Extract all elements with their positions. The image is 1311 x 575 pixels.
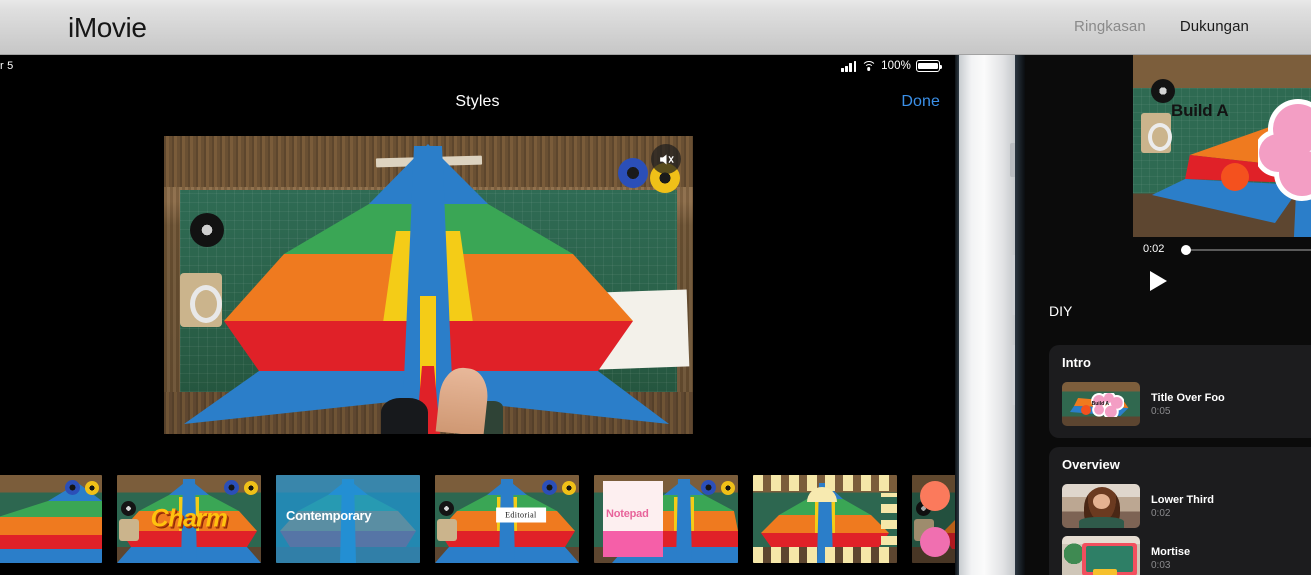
notepad-color-block bbox=[603, 531, 663, 557]
clip-duration: 0:05 bbox=[1151, 405, 1171, 417]
clip-name: Mortise bbox=[1151, 545, 1191, 558]
storyboard-clip-row[interactable]: Build A Title Over Foo 0:05 bbox=[1049, 378, 1311, 430]
device-volume-down-button[interactable] bbox=[1011, 345, 1015, 405]
storyboard-video-preview[interactable]: Build A bbox=[1133, 55, 1311, 237]
device-power-button[interactable] bbox=[1010, 143, 1015, 177]
speaker-mute-icon[interactable] bbox=[651, 144, 681, 174]
status-bar: r 5 100% bbox=[0, 55, 955, 81]
page-title: iMovie bbox=[68, 12, 147, 43]
apple-navigation-bar: iMovie Ringkasan Dukungan bbox=[0, 0, 1311, 55]
battery-full-icon bbox=[916, 60, 943, 72]
shoe-prop bbox=[380, 398, 429, 434]
storyboard-clip-row[interactable]: Lower Third 0:02 bbox=[1049, 480, 1311, 532]
scrubber-track[interactable] bbox=[1181, 249, 1311, 251]
cellular-bars-icon bbox=[841, 60, 857, 72]
video-preview[interactable] bbox=[164, 136, 693, 434]
clip-thumbnail: Build A bbox=[1062, 382, 1140, 426]
clip-duration: 0:02 bbox=[1151, 507, 1171, 519]
device-volume-up-button[interactable] bbox=[1011, 255, 1015, 315]
clip-thumbnail bbox=[1062, 484, 1140, 528]
style-card-contemporary[interactable]: Contemporary bbox=[276, 475, 420, 563]
style-name-notepad: Notepad bbox=[606, 508, 649, 521]
playful-bottom-frame bbox=[753, 547, 897, 563]
style-card-synth[interactable]: Synth bbox=[912, 475, 955, 563]
style-name-contemporary: Contemporary bbox=[286, 508, 372, 524]
playful-side-frame bbox=[881, 493, 897, 545]
kite-scene bbox=[164, 136, 693, 434]
title-card-text: Build A bbox=[1171, 101, 1229, 120]
style-card-playful[interactable] bbox=[753, 475, 897, 563]
storyboard-section-intro: Intro Build A Title Over Foo 0:05 bbox=[1049, 345, 1311, 438]
current-time-label: 0:02 bbox=[1143, 243, 1165, 255]
scrubber-handle[interactable] bbox=[1181, 245, 1191, 255]
clip-thumbnail bbox=[1062, 536, 1140, 575]
style-name-charm: Charm bbox=[150, 504, 228, 533]
device-side-panel bbox=[959, 55, 1015, 575]
section-heading-overview: Overview bbox=[1062, 457, 1120, 472]
storyboard-section-overview: Overview Lower Third 0:02 Mortise 0:03 bbox=[1049, 447, 1311, 575]
style-picker-strip[interactable]: Charm Contemporary Editorial Notepad bbox=[0, 475, 955, 563]
ipad-device-edge bbox=[955, 55, 1015, 575]
style-name-editorial: Editorial bbox=[496, 507, 546, 523]
style-card-editorial[interactable]: Editorial bbox=[435, 475, 579, 563]
done-button[interactable]: Done bbox=[901, 93, 940, 111]
clip-name: Title Over Foo bbox=[1151, 391, 1225, 404]
wifi-icon bbox=[861, 60, 877, 72]
left-ipad-screen: r 5 100% Styles Done Charm Contemporary … bbox=[0, 55, 955, 575]
styles-header: Styles Done bbox=[0, 81, 955, 129]
clip-duration: 0:03 bbox=[1151, 559, 1171, 571]
style-card-notepad[interactable]: Notepad bbox=[594, 475, 738, 563]
synth-circle-pink bbox=[920, 527, 950, 557]
battery-percent-label: 100% bbox=[881, 60, 911, 72]
project-title: DIY bbox=[1049, 303, 1073, 319]
play-icon[interactable] bbox=[1133, 263, 1183, 299]
storyboard-panel: Build A 0:02 DIY Intro Build A Title Ove… bbox=[1025, 55, 1311, 575]
nav-links: Ringkasan Dukungan bbox=[1074, 18, 1249, 35]
storyboard-clip-row[interactable]: Mortise 0:03 bbox=[1049, 532, 1311, 575]
right-screen-bezel bbox=[1015, 55, 1025, 575]
nav-link-dukungan[interactable]: Dukungan bbox=[1180, 18, 1249, 35]
style-card-partial[interactable] bbox=[0, 475, 102, 563]
synth-circle-orange bbox=[920, 481, 950, 511]
kite-graphic bbox=[164, 136, 693, 434]
title-card-cloud bbox=[1258, 97, 1311, 205]
right-ipad-screen: Build A 0:02 DIY Intro Build A Title Ove… bbox=[1015, 55, 1311, 575]
clip-name: Lower Third bbox=[1151, 493, 1214, 506]
clip-title-card-text: Build A bbox=[1091, 401, 1109, 408]
nav-link-ringkasan[interactable]: Ringkasan bbox=[1074, 18, 1146, 35]
status-bar-date: r 5 bbox=[0, 60, 14, 72]
style-card-charm[interactable]: Charm bbox=[117, 475, 261, 563]
section-heading-intro: Intro bbox=[1062, 355, 1091, 370]
playback-scrubber[interactable]: 0:02 bbox=[1133, 237, 1311, 263]
preview-accent-dot bbox=[1221, 163, 1249, 191]
status-bar-indicators: 100% bbox=[841, 60, 943, 72]
styles-title: Styles bbox=[455, 93, 500, 110]
